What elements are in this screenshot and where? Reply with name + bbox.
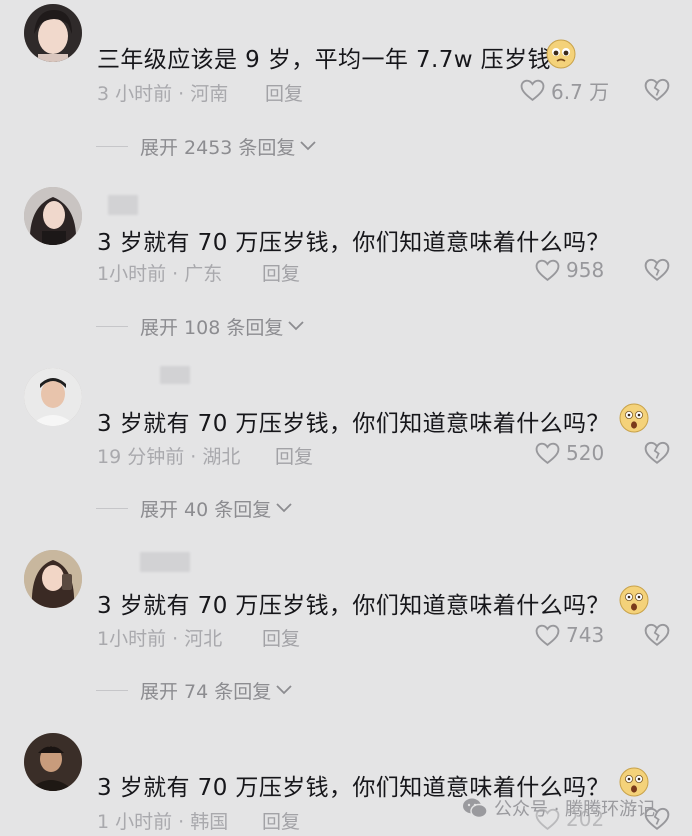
comment-location: 湖北 — [202, 446, 241, 468]
username-blurred — [108, 195, 138, 215]
comment-item: 3 岁就有 70 万压岁钱，你们知道意味着什么吗？ 1小时前 · 河北 回复 7… — [0, 548, 692, 730]
like-button[interactable]: 6.7 万 — [520, 76, 610, 104]
avatar[interactable] — [24, 187, 82, 245]
reply-button[interactable]: 回复 — [275, 442, 313, 469]
comment-text: 3 岁就有 70 万压岁钱，你们知道意味着什么吗？ — [97, 593, 610, 619]
like-button[interactable]: 958 — [535, 256, 625, 284]
avatar[interactable] — [24, 4, 82, 62]
dislike-button[interactable] — [644, 258, 670, 282]
reply-button[interactable]: 回复 — [262, 624, 300, 651]
like-count: 520 — [566, 441, 605, 465]
like-button[interactable]: 743 — [535, 621, 625, 649]
comment-item: 3 岁就有 70 万压岁钱，你们知道意味着什么吗？ 19 分钟前 · 湖北 回复… — [0, 366, 692, 548]
expand-replies[interactable]: 展开 40 条回复 — [96, 495, 293, 521]
astonished-face-icon — [618, 402, 650, 434]
divider — [96, 145, 128, 147]
dislike-button[interactable] — [644, 623, 670, 647]
comment-text: 3 岁就有 70 万压岁钱，你们知道意味着什么吗？ — [97, 411, 610, 437]
broken-heart-icon — [644, 441, 670, 464]
expand-replies-label: 展开 40 条回复 — [140, 498, 272, 521]
comment-location: 河北 — [184, 628, 223, 650]
like-button[interactable]: 520 — [535, 439, 625, 467]
comment-text: 三年级应该是 9 岁，平均一年 7.7w 压岁钱 — [97, 47, 551, 73]
chevron-down-icon — [276, 685, 292, 695]
watermark: 公众号 · 腾腾环游记 — [462, 796, 655, 820]
wechat-icon — [463, 798, 488, 819]
heart-icon — [535, 442, 560, 464]
dislike-button[interactable] — [644, 78, 670, 102]
comment-item: 3 岁就有 70 万压岁钱，你们知道意味着什么吗？ 1小时前 · 广东 回复 9… — [0, 183, 692, 365]
like-count: 958 — [566, 258, 605, 282]
heart-icon — [535, 624, 560, 646]
broken-heart-icon — [644, 258, 670, 281]
comment-location: 广东 — [184, 263, 223, 285]
divider — [96, 507, 128, 509]
comment-item: 三年级应该是 9 岁，平均一年 7.7w 压岁钱 3 小时前 · 河南 回复 6… — [0, 0, 692, 182]
chevron-down-icon — [300, 141, 317, 151]
expand-replies-label: 展开 2453 条回复 — [140, 136, 296, 159]
comment-meta: 19 分钟前 · 湖北 — [97, 446, 241, 468]
comment-meta: 1小时前 · 广东 — [97, 263, 223, 285]
expand-replies[interactable]: 展开 108 条回复 — [96, 313, 305, 339]
comment-location: 河南 — [190, 83, 229, 105]
expand-replies-label: 展开 74 条回复 — [140, 680, 272, 703]
pleading-face-icon — [545, 38, 577, 70]
expand-replies[interactable]: 展开 2453 条回复 — [96, 133, 317, 159]
username-blurred — [160, 366, 190, 384]
comment-time: 19 分钟前 — [97, 446, 185, 468]
like-count: 743 — [566, 623, 605, 647]
comment-meta: 1小时前 · 河北 — [97, 628, 223, 650]
watermark-text: 公众号 · 腾腾环游记 — [494, 799, 656, 820]
reply-button[interactable]: 回复 — [262, 259, 300, 286]
heart-icon — [535, 259, 560, 281]
broken-heart-icon — [644, 623, 670, 646]
avatar[interactable] — [24, 368, 82, 426]
comment-time: 1小时前 — [97, 263, 167, 285]
heart-icon — [520, 79, 545, 101]
comment-time: 1小时前 — [97, 628, 167, 650]
reply-button[interactable]: 回复 — [265, 79, 303, 106]
divider — [96, 325, 128, 327]
avatar[interactable] — [24, 550, 82, 608]
comment-time: 1 小时前 — [97, 811, 173, 833]
comment-meta: 1 小时前 · 韩国 — [97, 811, 229, 833]
chevron-down-icon — [276, 503, 292, 513]
broken-heart-icon — [644, 78, 670, 101]
dislike-button[interactable] — [644, 441, 670, 465]
expand-replies[interactable]: 展开 74 条回复 — [96, 677, 293, 703]
comment-meta: 3 小时前 · 河南 — [97, 83, 229, 105]
divider — [96, 689, 128, 691]
comment-location: 韩国 — [190, 811, 229, 833]
username-blurred — [140, 552, 190, 572]
comment-time: 3 小时前 — [97, 83, 173, 105]
expand-replies-label: 展开 108 条回复 — [140, 316, 284, 339]
astonished-face-icon — [618, 766, 650, 798]
astonished-face-icon — [618, 584, 650, 616]
avatar[interactable] — [24, 733, 82, 791]
chevron-down-icon — [288, 321, 304, 331]
reply-button[interactable]: 回复 — [262, 807, 300, 834]
comment-text: 3 岁就有 70 万压岁钱，你们知道意味着什么吗？ — [97, 230, 610, 256]
like-count: 6.7 万 — [551, 79, 610, 104]
